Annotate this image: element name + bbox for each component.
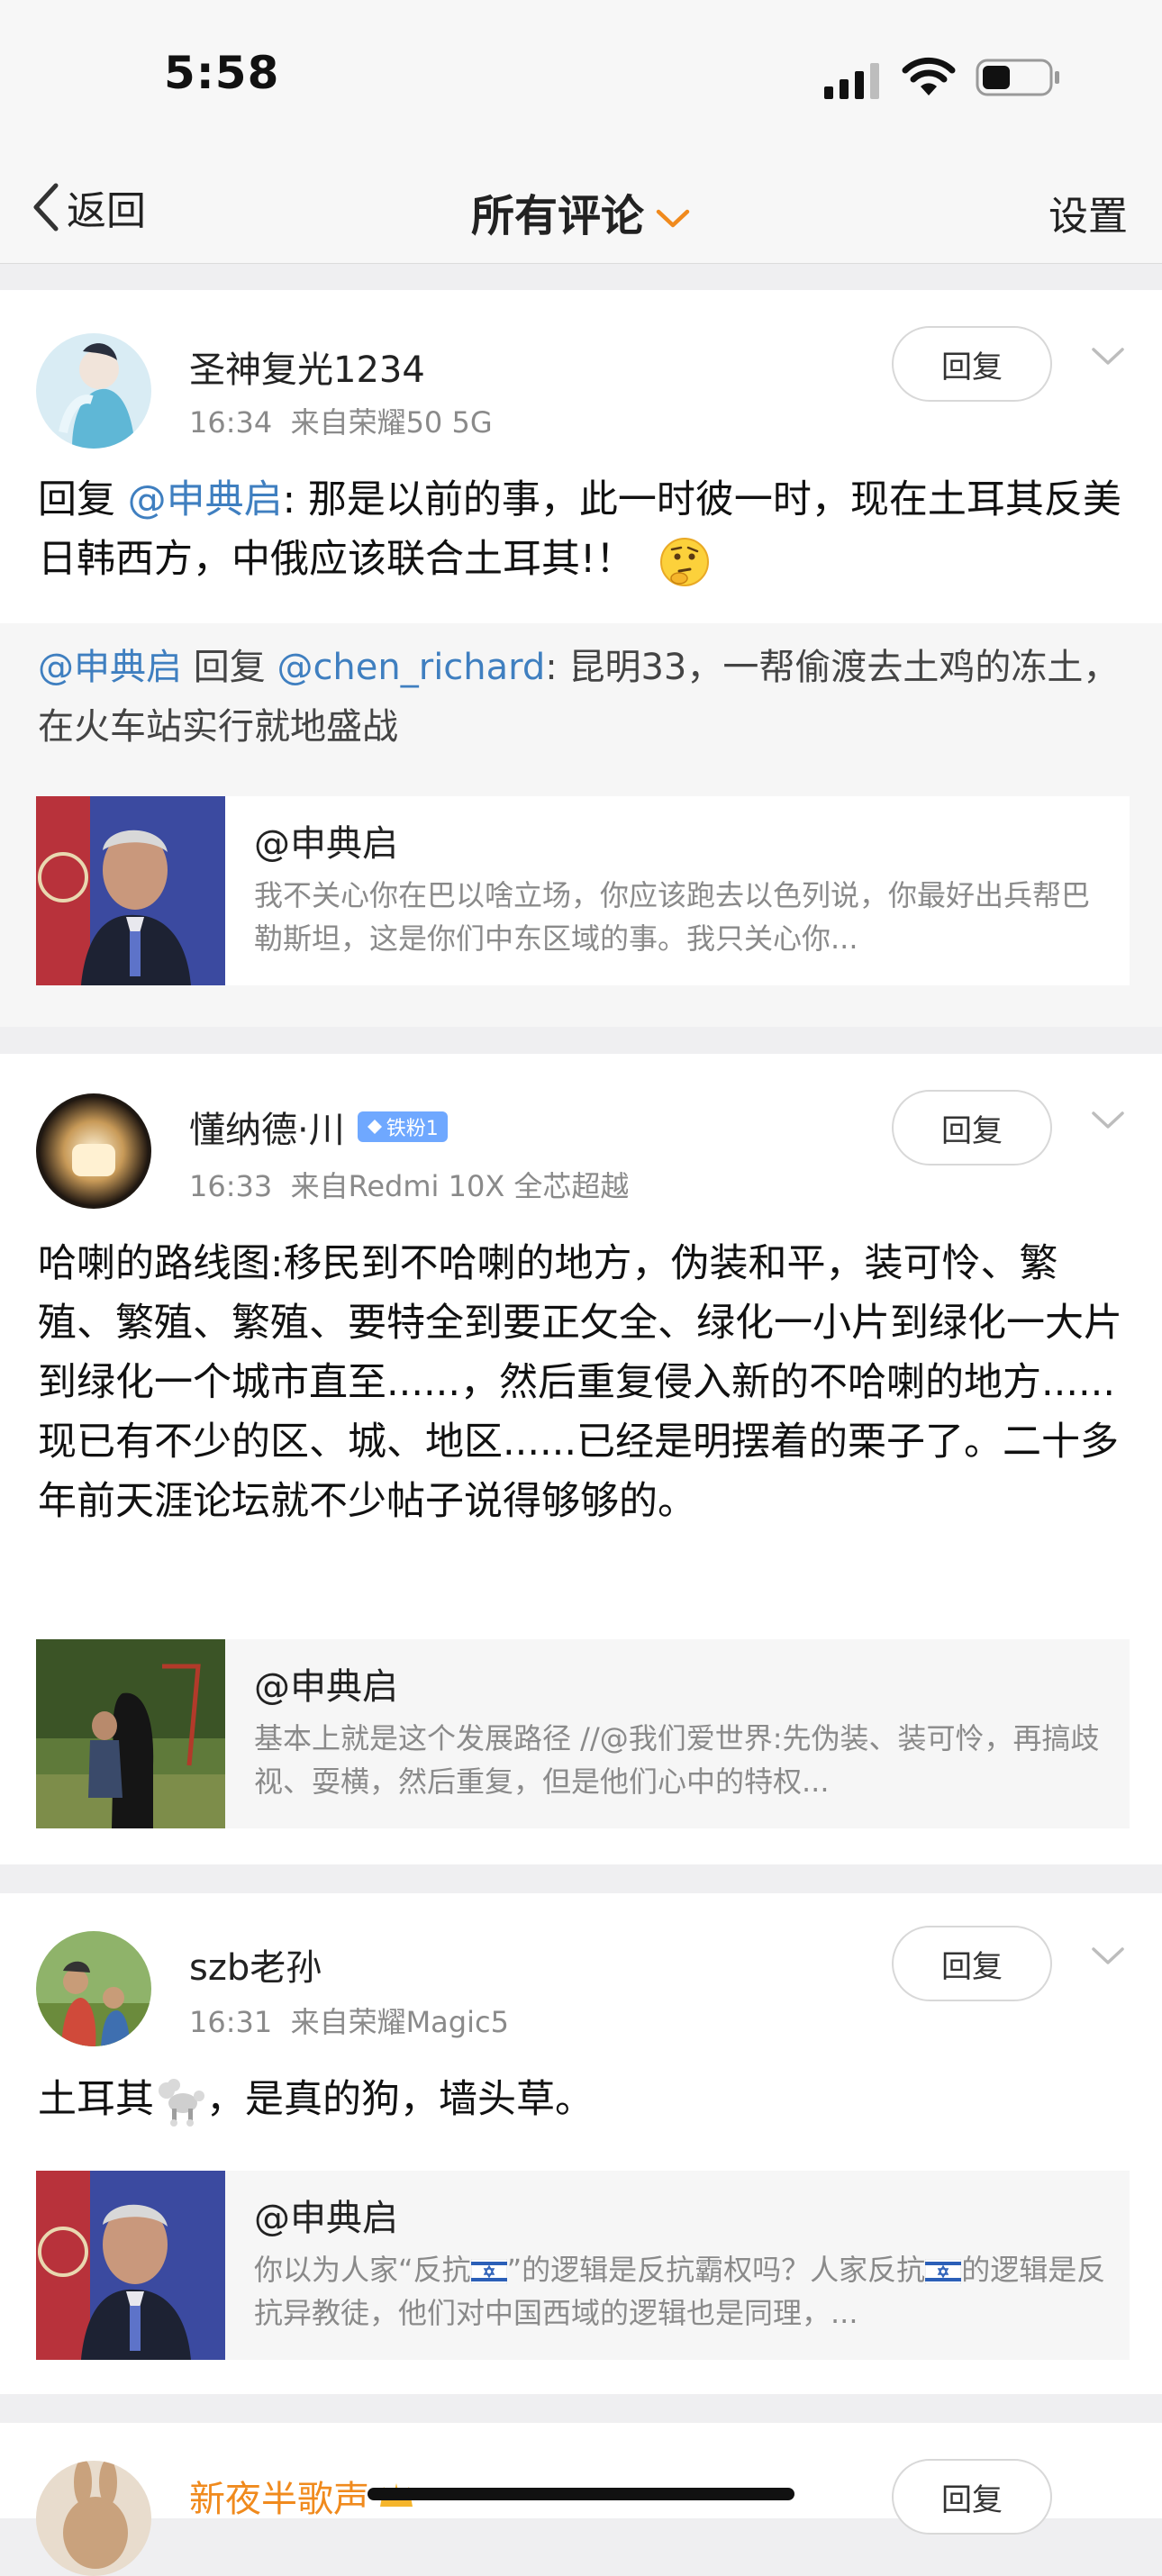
avatar[interactable]: [36, 1931, 151, 2046]
israel-flag-icon: [470, 2258, 508, 2285]
diamond-icon: [367, 1120, 382, 1134]
fan-badge: 铁粉1: [357, 1111, 448, 1142]
mention-link[interactable]: @chen_richard: [277, 647, 545, 688]
username[interactable]: 懂纳德·川 铁粉1: [189, 1101, 448, 1153]
quoted-reply[interactable]: @申典启 回复 @chen_richard: 昆明33，一帮偷渡去土鸡的冻土，在…: [0, 623, 1162, 1027]
quoted-reply-text: @申典启 回复 @chen_richard: 昆明33，一帮偷渡去土鸡的冻土，在…: [38, 647, 1120, 748]
avatar[interactable]: [36, 333, 151, 449]
home-indicator[interactable]: [368, 2488, 794, 2500]
mention-link[interactable]: @申典启: [38, 647, 182, 688]
status-bar: 5:58: [0, 0, 1162, 153]
chevron-down-icon[interactable]: [1090, 1946, 1126, 1967]
referenced-post-thumbnail: [36, 2171, 225, 2360]
comment-text: 回复 @申典启: 那是以前的事，此一时彼一时，现在土耳其反美日韩西方，中俄应该联…: [38, 470, 1128, 589]
wifi-icon: [902, 57, 956, 95]
comment-time: 16:34: [189, 405, 273, 440]
username[interactable]: 圣神复光1234: [189, 340, 425, 393]
comment-card: 新夜半歌声 回复: [0, 2423, 1162, 2576]
poodle-icon: [159, 2078, 204, 2127]
referenced-post-thumbnail: [36, 796, 225, 985]
reply-button[interactable]: 回复: [892, 326, 1052, 402]
comment-meta: 16:31 来自荣耀Magic5: [189, 2000, 509, 2041]
referenced-post-author: @申典启: [254, 2198, 398, 2239]
mention-link[interactable]: @申典启: [128, 477, 283, 522]
comment-time: 16:31: [189, 2005, 273, 2039]
chevron-down-icon[interactable]: [1090, 346, 1126, 367]
referenced-post-thumbnail: [36, 1639, 225, 1828]
referenced-post-author: @申典启: [254, 1666, 398, 1708]
referenced-post-summary: 我不关心你在巴以啥立场，你应该跑去以色列说，你最好出兵帮巴勒斯坦，这是你们中东区…: [254, 878, 1091, 956]
chevron-down-icon[interactable]: [1090, 1110, 1126, 1131]
avatar[interactable]: [36, 1093, 151, 1209]
settings-button[interactable]: 设置: [1049, 184, 1128, 241]
referenced-post-summary: 你以为人家“反抗 ”的逻辑是反抗霸权吗？人家反抗 的逻辑是反抗异教徒，他们对中国…: [254, 2253, 1106, 2330]
comment-text: 土耳其 ，是真的狗，墙头草。: [38, 2070, 1128, 2129]
comment-source: 来自荣耀50 5G: [290, 405, 493, 440]
referenced-post[interactable]: @申典启 你以为人家“反抗 ”的逻辑是反抗霸权吗？人家反抗 的逻辑是反抗异教徒，…: [36, 2171, 1130, 2360]
status-time: 5:58: [164, 47, 280, 99]
battery-icon: [976, 59, 1059, 96]
referenced-post[interactable]: @申典启 我不关心你在巴以啥立场，你应该跑去以色列说，你最好出兵帮巴勒斯坦，这是…: [36, 796, 1130, 985]
comment-card: szb老孙 16:31 来自荣耀Magic5 回复 土耳其 ，是真的狗，墙头草。: [0, 1893, 1162, 2394]
comment-text: 哈喇的路线图:移民到不哈喇的地方，伪装和平，装可怜、繁殖、繁殖、繁殖、要特全到要…: [38, 1241, 1122, 1524]
referenced-post-author: @申典启: [254, 823, 398, 865]
referenced-post-summary: 基本上就是这个发展路径 //@我们爱世界:先伪装、装可怜，再搞歧视、耍横，然后重…: [254, 1721, 1100, 1799]
chevron-down-icon: [656, 209, 690, 228]
israel-flag-icon: [924, 2258, 962, 2285]
reply-button[interactable]: 回复: [892, 1926, 1052, 2001]
referenced-post[interactable]: @申典启 基本上就是这个发展路径 //@我们爱世界:先伪装、装可怜，再搞歧视、耍…: [36, 1639, 1130, 1828]
comment-card: 圣神复光1234 16:34 来自荣耀50 5G 回复 回复 @申典启: 那是以…: [0, 290, 1162, 1027]
comment-filter-dropdown[interactable]: 所有评论: [0, 180, 1162, 243]
reply-button[interactable]: 回复: [892, 2459, 1052, 2535]
thinking-face-icon: [659, 537, 709, 586]
comment-meta: 16:34 来自荣耀50 5G: [189, 400, 493, 441]
nav-bar: 返回 所有评论 设置: [0, 153, 1162, 264]
comment-source: 来自Redmi 10X 全芯超越: [290, 1169, 630, 1203]
page-title: 所有评论: [470, 191, 644, 241]
comment-source: 来自荣耀Magic5: [290, 2005, 509, 2039]
cellular-signal-icon: [824, 63, 879, 99]
avatar[interactable]: [36, 2461, 151, 2576]
comment-meta: 16:33 来自Redmi 10X 全芯超越: [189, 1164, 629, 1205]
reply-button[interactable]: 回复: [892, 1090, 1052, 1166]
comment-time: 16:33: [189, 1169, 273, 1203]
username[interactable]: szb老孙: [189, 1938, 322, 1991]
comment-card: 懂纳德·川 铁粉1 16:33 来自Redmi 10X 全芯超越 回复 哈喇的路…: [0, 1054, 1162, 1864]
